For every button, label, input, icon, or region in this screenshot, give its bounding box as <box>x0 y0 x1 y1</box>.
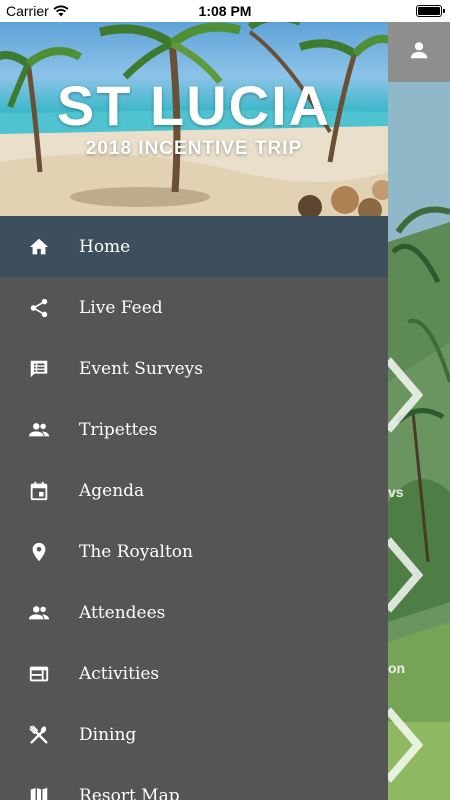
menu-item-label: Home <box>79 236 131 257</box>
banner-subtitle: 2018 INCENTIVE TRIP <box>85 138 303 159</box>
menu-item-tripettes[interactable]: Tripettes <box>0 399 388 460</box>
header-bar <box>388 22 450 82</box>
location-pin-icon <box>26 539 52 565</box>
menu-item-event-surveys[interactable]: Event Surveys <box>0 338 388 399</box>
banner-title: ST LUCIA <box>56 74 332 137</box>
people-icon <box>26 600 52 626</box>
background-photo <box>388 82 450 800</box>
map-icon <box>26 783 52 800</box>
menu-item-label: Activities <box>79 663 160 684</box>
menu-item-activities[interactable]: Activities <box>0 643 388 704</box>
tile-arrow-1[interactable] <box>388 350 450 440</box>
drawer-menu: Home Live Feed Event Surveys Tripettes A… <box>0 216 388 800</box>
battery-icon <box>416 5 445 17</box>
menu-item-label: Dining <box>79 724 137 745</box>
home-icon <box>26 234 52 260</box>
menu-item-label: The Royalton <box>79 541 193 562</box>
menu-item-label: Attendees <box>79 602 166 623</box>
status-bar: Carrier 1:08 PM <box>0 0 450 22</box>
menu-item-home[interactable]: Home <box>0 216 388 277</box>
web-icon <box>26 661 52 687</box>
menu-item-agenda[interactable]: Agenda <box>0 460 388 521</box>
menu-item-label: Resort Map <box>79 785 180 800</box>
menu-item-resort-map[interactable]: Resort Map <box>0 765 388 800</box>
tile-arrow-2[interactable] <box>388 530 450 620</box>
tile-label-fragment: vs <box>388 484 404 500</box>
profile-button[interactable] <box>408 39 430 65</box>
menu-item-live-feed[interactable]: Live Feed <box>0 277 388 338</box>
menu-item-attendees[interactable]: Attendees <box>0 582 388 643</box>
tile-arrow-3[interactable] <box>388 700 450 790</box>
person-icon <box>410 42 428 59</box>
menu-item-label: Agenda <box>79 480 145 501</box>
share-icon <box>26 295 52 321</box>
navigation-drawer: ST LUCIA 2018 INCENTIVE TRIP Home Live F… <box>0 22 388 800</box>
utensils-icon <box>26 722 52 748</box>
calendar-icon <box>26 478 52 504</box>
menu-item-label: Event Surveys <box>79 358 203 379</box>
people-icon <box>26 417 52 443</box>
menu-item-label: Live Feed <box>79 297 163 318</box>
drawer-header-banner: ST LUCIA 2018 INCENTIVE TRIP <box>0 22 388 216</box>
tile-label-fragment: on <box>388 660 406 676</box>
status-time: 1:08 PM <box>198 3 252 19</box>
menu-item-the-royalton[interactable]: The Royalton <box>0 521 388 582</box>
comment-list-icon <box>26 356 52 382</box>
menu-item-dining[interactable]: Dining <box>0 704 388 765</box>
menu-item-label: Tripettes <box>79 419 158 440</box>
